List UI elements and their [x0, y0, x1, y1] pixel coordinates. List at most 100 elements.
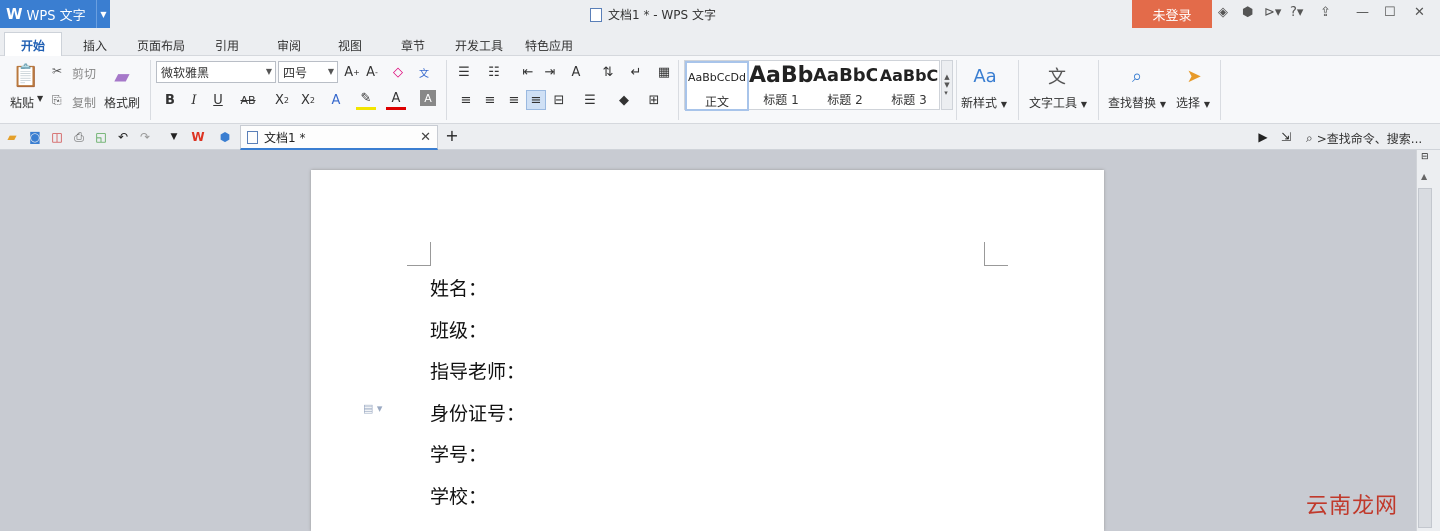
decrease-indent-icon[interactable]: ⇤ [518, 62, 538, 82]
style-heading1[interactable]: AaBb 标题 1 [749, 61, 813, 111]
paragraph-mark-icon[interactable]: ↵ [626, 62, 646, 82]
line-spacing-icon[interactable]: ☰ [580, 90, 600, 110]
cube-icon[interactable]: ⬢ [1242, 5, 1253, 20]
undo-icon[interactable]: ↶ [115, 129, 131, 145]
open-folder-icon[interactable]: ▰ [4, 129, 20, 145]
strikethrough-icon[interactable]: AB [238, 90, 258, 110]
export-pdf-icon[interactable]: ◫ [49, 129, 65, 145]
print-icon[interactable]: ⎙ [71, 129, 87, 145]
change-case-icon[interactable]: A [566, 62, 586, 82]
underline-icon[interactable]: U [208, 90, 228, 110]
paste-button[interactable]: 粘贴 [10, 94, 34, 111]
clear-format-icon[interactable]: ◇ [388, 62, 408, 82]
scroll-up-icon[interactable]: ▲ [1421, 172, 1427, 181]
char-shading-icon[interactable]: A [420, 90, 436, 106]
font-color-icon[interactable]: A [386, 90, 406, 110]
paste-icon[interactable]: 📋 [12, 62, 40, 90]
restore-ribbon-icon[interactable]: ⇪ [1320, 5, 1331, 20]
align-center-icon[interactable]: ≡ [480, 90, 500, 110]
vertical-scrollbar[interactable]: ⊟ ▲ [1416, 150, 1440, 531]
save-icon[interactable]: ◙ [27, 129, 43, 145]
redo-icon[interactable]: ↷ [137, 129, 153, 145]
line-advisor[interactable]: 指导老师： [430, 357, 525, 384]
skin-icon[interactable]: ◈ [1218, 5, 1228, 20]
cloud-cube-icon[interactable]: ⬢ [217, 129, 233, 145]
styles-scroll-icon[interactable]: ▲ ▼ ▾ [941, 60, 953, 110]
border-icon[interactable]: ⊞ [644, 90, 664, 110]
format-painter-icon[interactable]: ▰ [110, 62, 134, 90]
text-effect-icon[interactable]: A [326, 90, 346, 110]
tab-page-layout[interactable]: 页面布局 [137, 37, 185, 54]
distribute-icon[interactable]: ⊟ [549, 90, 569, 110]
tab-insert[interactable]: 插入 [83, 37, 107, 54]
new-tab-icon[interactable]: + [444, 126, 460, 145]
font-name-select[interactable]: 微软雅黑 ▼ [156, 61, 276, 83]
italic-icon[interactable]: I [184, 90, 204, 110]
highlight-icon[interactable]: ✎ [356, 90, 376, 110]
present-icon[interactable]: ⇲ [1278, 129, 1294, 145]
wps-home-icon[interactable]: W [190, 129, 206, 145]
document-tab[interactable]: 文档1 * ✕ [240, 125, 438, 150]
style-heading3[interactable]: AaBbC 标题 3 [877, 61, 941, 111]
close-icon[interactable]: ✕ [420, 130, 431, 145]
slideshow-icon[interactable]: ▶ [1255, 129, 1271, 145]
tab-review[interactable]: 审阅 [277, 37, 301, 54]
command-search[interactable]: ⌕ >查找命令、搜索... [1306, 130, 1422, 147]
minimize-icon[interactable]: — [1356, 5, 1369, 20]
document-page[interactable]: ▤ ▾ 姓名： 班级： 指导老师： 身份证号： 学号： 学校： [311, 170, 1104, 531]
phonetic-icon[interactable]: 文 [414, 62, 434, 82]
justify-icon[interactable]: ≡ [526, 90, 546, 110]
bullet-list-icon[interactable]: ☰ [454, 62, 474, 82]
share-icon[interactable]: ⊳▾ [1264, 5, 1281, 20]
chevron-down-icon[interactable]: ▼ [166, 129, 182, 145]
help-icon[interactable]: ?▾ [1290, 5, 1303, 20]
format-painter-button[interactable]: 格式刷 [104, 94, 140, 111]
increase-indent-icon[interactable]: ⇥ [540, 62, 560, 82]
line-name[interactable]: 姓名： [430, 274, 487, 301]
find-replace-icon[interactable]: ⌕ [1124, 62, 1150, 90]
shrink-font-icon[interactable]: A- [362, 62, 382, 82]
shading-icon[interactable]: ◆ [614, 90, 634, 110]
align-right-icon[interactable]: ≡ [504, 90, 524, 110]
bold-icon[interactable]: B [160, 90, 180, 110]
line-id-number[interactable]: 身份证号： [430, 399, 525, 426]
text-tools-button[interactable]: 文字工具 ▼ [1029, 94, 1087, 111]
grow-font-icon[interactable]: A + [342, 62, 362, 82]
maximize-icon[interactable]: ☐ [1384, 5, 1396, 20]
tab-special[interactable]: 特色应用 [525, 37, 573, 54]
new-style-button[interactable]: 新样式 ▼ [961, 94, 1007, 111]
tab-view[interactable]: 视图 [338, 37, 362, 54]
align-left-icon[interactable]: ≡ [456, 90, 476, 110]
close-icon[interactable]: ✕ [1414, 5, 1425, 20]
line-school[interactable]: 学校： [430, 482, 487, 509]
app-menu-button[interactable]: W WPS 文字 ▼ [0, 0, 110, 28]
tab-chapter[interactable]: 章节 [401, 37, 425, 54]
scissors-icon[interactable]: ✂ [52, 64, 62, 78]
text-tools-icon[interactable]: 文 [1044, 62, 1070, 90]
font-size-select[interactable]: 四号 ▼ [278, 61, 338, 83]
style-heading2[interactable]: AaBbC 标题 2 [813, 61, 877, 111]
copy-icon[interactable]: ⎘ [52, 93, 62, 108]
copy-button[interactable]: 复制 [72, 94, 96, 111]
superscript-icon[interactable]: X2 [272, 90, 292, 110]
style-normal[interactable]: AaBbCcDd 正文 [685, 61, 749, 111]
tab-home[interactable]: 开始 [4, 32, 62, 57]
cursor-icon[interactable]: ➤ [1182, 62, 1206, 90]
sort-icon[interactable]: ⇅ [598, 62, 618, 82]
find-replace-button[interactable]: 查找替换 ▼ [1108, 94, 1166, 111]
cut-button[interactable]: 剪切 [72, 65, 96, 82]
table-icon[interactable]: ▦ [654, 62, 674, 82]
line-student-id[interactable]: 学号： [430, 440, 487, 467]
line-class[interactable]: 班级： [430, 316, 487, 343]
numbered-list-icon[interactable]: ☷ [484, 62, 504, 82]
paragraph-menu-icon[interactable]: ▤ ▾ [363, 402, 382, 415]
chevron-down-icon[interactable]: ▼ [37, 94, 43, 103]
login-button[interactable]: 未登录 [1132, 0, 1212, 28]
split-view-icon[interactable]: ⊟ [1421, 152, 1429, 162]
subscript-icon[interactable]: X2 [298, 90, 318, 110]
chevron-down-icon[interactable]: ▼ [96, 0, 110, 28]
tab-developer[interactable]: 开发工具 [455, 37, 503, 54]
print-preview-icon[interactable]: ◱ [93, 129, 109, 145]
new-style-icon[interactable]: Aa [972, 62, 998, 90]
scroll-thumb[interactable] [1418, 188, 1432, 528]
